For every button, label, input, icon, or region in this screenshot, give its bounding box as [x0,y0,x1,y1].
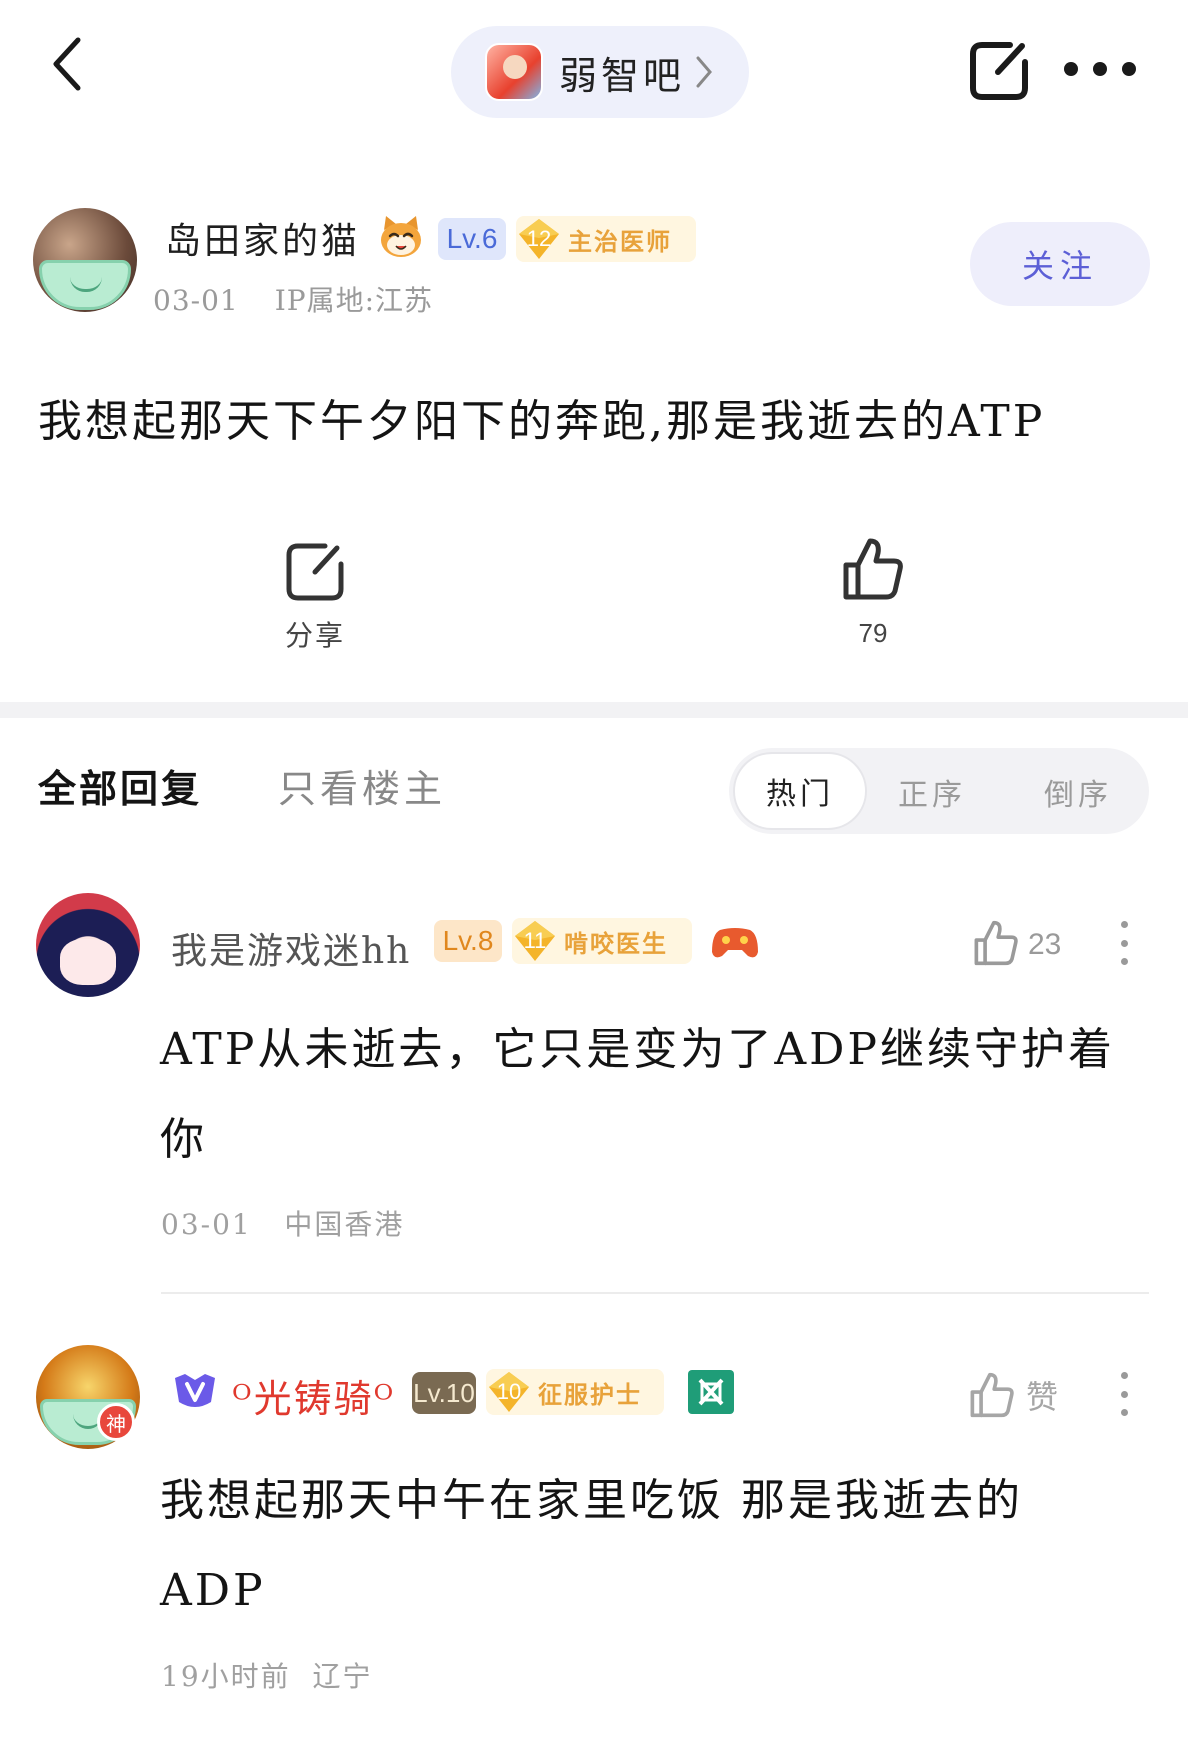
back-button[interactable] [48,36,88,92]
game-badge-icon [688,1370,734,1414]
thumbs-up-icon[interactable] [840,535,906,603]
thumbs-up-icon[interactable] [968,1370,1016,1420]
more-vertical-icon[interactable] [1119,1372,1129,1416]
mask-frame [39,260,131,310]
tab-op-only[interactable]: 只看楼主 [278,758,446,813]
title-text: 啃咬医生 [564,928,668,958]
section-divider [0,702,1188,718]
title-badge: 12 主治医师 [516,216,696,262]
title-badge: 10 征服护士 [486,1369,664,1415]
forum-name: 弱智吧 [559,53,686,98]
title-text: 征服护士 [538,1379,642,1409]
gamepad-icon [712,928,758,958]
forum-pill[interactable]: 弱智吧 [451,26,749,118]
reply-time: 19小时前 [161,1660,291,1693]
ip-location: IP属地:江苏 [274,284,434,317]
dot-icon [1122,62,1136,76]
reply-meta: 03-01 中国香港 [161,1203,404,1243]
cat-face-icon [381,216,421,257]
more-vertical-icon[interactable] [1119,921,1129,965]
share-label[interactable]: 分享 [283,614,347,654]
title-badge: 11 啃咬医生 [512,918,692,964]
diamond-badge-icon: 12 [516,216,562,262]
sort-hot-button[interactable]: 热门 [733,752,867,830]
follow-button[interactable]: 关注 [970,222,1150,306]
avatar[interactable] [36,893,140,997]
vip-crown-icon [175,1374,215,1407]
reply-location: 中国香港 [284,1208,405,1241]
chevron-left-icon [53,37,81,91]
author-meta: 03-01 IP属地:江苏 [153,279,433,319]
level-badge: Lv.8 [434,920,502,962]
thumbs-up-icon[interactable] [972,918,1020,968]
level-badge: Lv.6 [438,218,506,260]
reply-location: 辽宁 [312,1660,373,1693]
tab-all-replies[interactable]: 全部回复 [38,758,202,813]
reply-content: 我想起那天中午在家里吃饭 那是我逝去的ADP [160,1475,1023,1616]
dot-icon [1093,62,1107,76]
diamond-badge-icon: 11 [512,918,558,964]
title-level: 10 [496,1379,522,1404]
forum-avatar [485,43,543,101]
chevron-right-icon [696,56,712,88]
sort-ascending-button[interactable]: 正序 [898,770,966,814]
title-level: 12 [526,226,552,251]
reply-content: ATP从未逝去，它只是变为了ADP继续守护着你 [160,1024,1115,1165]
author-name[interactable]: 岛田家的猫 [165,212,360,264]
title-text: 主治医师 [568,226,672,256]
share-icon[interactable] [283,540,347,604]
post-content: 我想起那天下午夕阳下的奔跑,那是我逝去的ATP [38,396,1046,447]
title-level: 11 [523,928,547,953]
author-avatar[interactable] [33,208,137,312]
diamond-badge-icon: 10 [486,1369,532,1415]
reply-date: 03-01 [161,1208,252,1241]
reply-meta: 19小时前 辽宁 [161,1655,372,1695]
sort-descending-button[interactable]: 倒序 [1044,770,1112,814]
share-icon[interactable] [966,38,1032,104]
god-tag-badge: 神 [97,1403,135,1441]
dot-icon [1064,62,1078,76]
level-badge: Lv.10 [412,1372,476,1414]
like-count: 79 [858,618,888,648]
reply-like-count: 23 [1028,928,1062,961]
reply-author-name[interactable]: 我是游戏迷hh [171,922,411,974]
post-date: 03-01 [153,284,239,317]
more-options-button[interactable] [1064,62,1136,80]
reply-divider [161,1292,1149,1294]
reply-author-name[interactable]: ᴼ光铸骑ᴼ [232,1368,395,1423]
like-label[interactable]: 赞 [1026,1372,1058,1418]
